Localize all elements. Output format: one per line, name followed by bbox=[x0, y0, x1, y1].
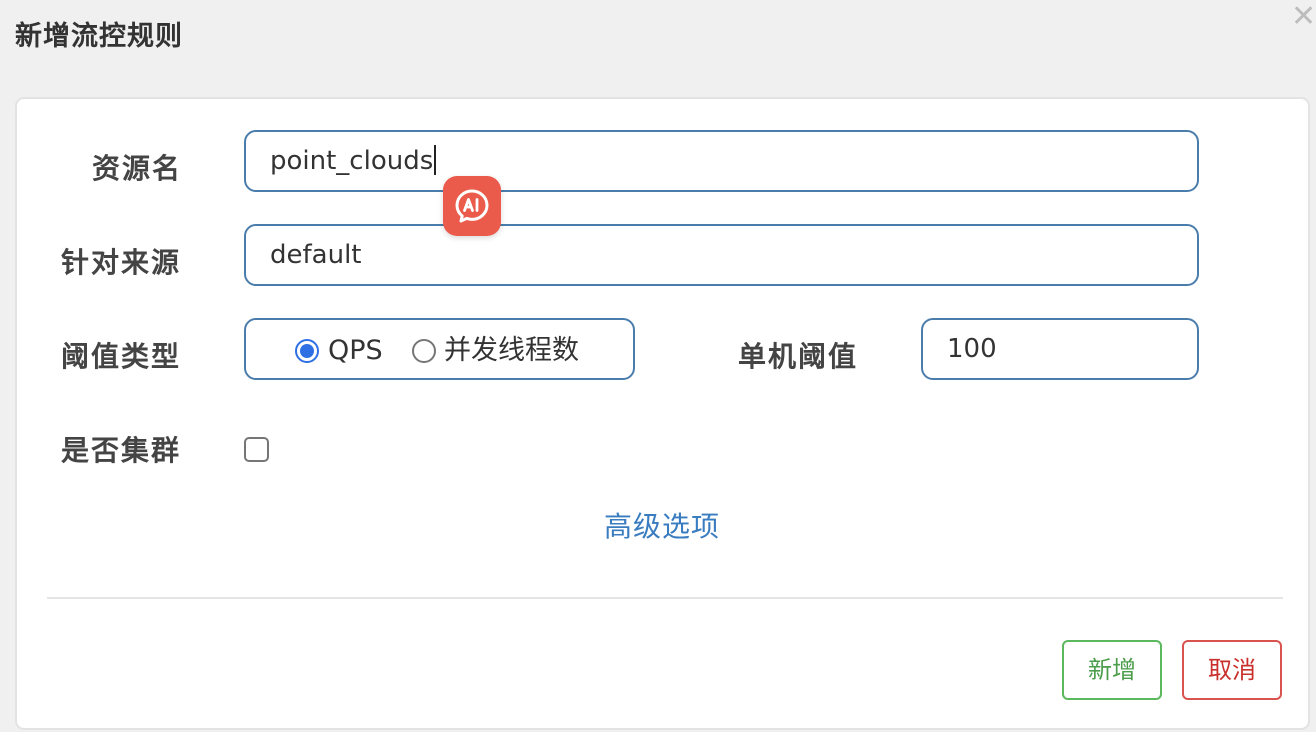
ai-chat-icon bbox=[455, 189, 489, 223]
divider bbox=[47, 597, 1283, 599]
thread-radio[interactable] bbox=[412, 339, 436, 363]
qps-radio-label[interactable]: QPS bbox=[328, 336, 383, 366]
ai-assistant-badge[interactable] bbox=[443, 176, 501, 236]
resource-name-value: point_clouds bbox=[270, 146, 434, 176]
add-button[interactable]: 新增 bbox=[1062, 640, 1162, 700]
cluster-label: 是否集群 bbox=[61, 434, 182, 467]
grade-radio-group: QPS 并发线程数 bbox=[244, 318, 635, 380]
count-label: 单机阈值 bbox=[738, 340, 859, 373]
resource-name-label: 资源名 bbox=[92, 152, 183, 185]
qps-radio[interactable] bbox=[295, 339, 319, 363]
advanced-options-link[interactable]: 高级选项 bbox=[604, 505, 720, 545]
dialog-title: 新增流控规则 bbox=[15, 21, 183, 52]
limit-app-label: 针对来源 bbox=[61, 246, 182, 279]
limit-app-input[interactable]: default bbox=[244, 224, 1199, 286]
count-input[interactable]: 100 bbox=[921, 318, 1199, 380]
grade-label: 阈值类型 bbox=[61, 340, 182, 373]
cluster-checkbox[interactable] bbox=[244, 437, 269, 462]
resource-name-input[interactable]: point_clouds bbox=[244, 130, 1199, 192]
thread-radio-label[interactable]: 并发线程数 bbox=[444, 336, 579, 366]
dialog-header: 新增流控规则 ✕ bbox=[0, 0, 1316, 98]
text-caret bbox=[434, 144, 437, 175]
close-icon[interactable]: ✕ bbox=[1291, 2, 1316, 32]
form-panel: 资源名 point_clouds 针对来源 default 阈值类型 QPS 并… bbox=[15, 97, 1310, 730]
cancel-button[interactable]: 取消 bbox=[1182, 640, 1282, 700]
